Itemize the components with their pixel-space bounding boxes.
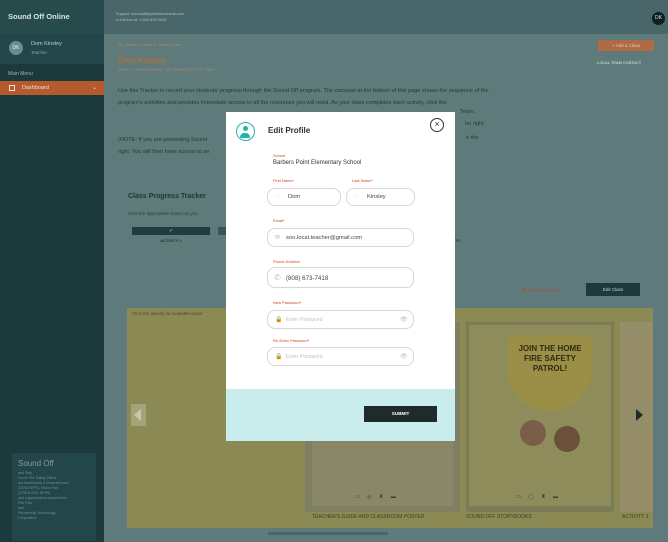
eye-icon[interactable]: 👁: [400, 353, 408, 360]
user-profile-icon-head: [242, 126, 248, 131]
note-text-fragment: o the: [466, 135, 479, 141]
modal-title: Edit Profile: [268, 126, 311, 135]
sidebar-item-dashboard[interactable]: Dashboard ⌄: [0, 81, 104, 95]
new-password-field[interactable]: 🔒 Enter Password 👁: [267, 310, 414, 329]
activity-1-label: ACTIVITY 1: [160, 238, 182, 243]
lock-icon: 🔒: [275, 317, 283, 323]
user-icon: ◌: [355, 193, 359, 199]
email-field[interactable]: ✉ soo.local.teacher@gmail.com: [267, 228, 414, 247]
card-label: ACTIVITY 1: [622, 514, 649, 520]
mail-icon: ✉: [275, 235, 281, 241]
new-password-label: New Password*: [273, 300, 302, 305]
phone-icon: ✆: [274, 273, 281, 282]
activity-label: TY: [455, 238, 461, 243]
first-name-value: Dom: [288, 194, 301, 200]
local-team-contact-link[interactable]: LOCAL TEAM CONTACT: [597, 61, 641, 65]
last-name-field[interactable]: ◌ Kinsley: [346, 188, 415, 206]
new-password-placeholder: Enter Password: [286, 317, 323, 323]
delete-class-label: Delete this Class: [527, 288, 560, 293]
footer-text: and Stay Home Fire Safety Patrol are tra…: [18, 471, 90, 521]
carousel-next-arrow-icon[interactable]: [632, 404, 647, 426]
trash-icon: 🗑: [521, 288, 527, 293]
close-icon[interactable]: ×: [430, 118, 444, 132]
dashboard-icon: [9, 85, 15, 91]
submit-button[interactable]: SUBMIT: [364, 406, 437, 422]
chevron-down-icon: ⌄: [92, 85, 98, 91]
support-phone: or toll free at: 1-800-878-9025: [116, 18, 167, 22]
sidebar-item-label: Dashboard: [22, 85, 49, 91]
card-label: TEACHER'S GUIDE AND CLASSROOM POSTER: [312, 514, 425, 520]
sidebar-user-name: Dom Kinsley: [31, 41, 62, 47]
add-class-button[interactable]: + Add a Class: [598, 40, 654, 51]
phone-field[interactable]: ✆ (808) 673-7418: [267, 267, 414, 288]
email-value: soo.local.teacher@gmail.com: [286, 235, 363, 241]
tracker-title: Class Progress Tracker: [128, 193, 206, 200]
card-label: SOUND OFF STORYBOOKS: [466, 514, 532, 520]
intro-text-fragment: he right.: [465, 121, 486, 127]
edit-class-button[interactable]: Edit Class: [586, 283, 640, 296]
school-value: Barbers Point Elementary School: [273, 160, 362, 166]
badge-text: JOIN THE HOME FIRE SAFETY PATROL!: [518, 344, 582, 373]
top-bar: [104, 0, 668, 34]
sidebar-user-role: Teacher: [31, 50, 48, 55]
character-illustration: [554, 426, 580, 452]
support-email[interactable]: Support: soundoff@pinetreeconsult.com: [116, 12, 184, 16]
intro-text: Use this Tracker to record your students…: [118, 88, 489, 106]
lock-icon: 🔒: [275, 354, 283, 360]
account-avatar[interactable]: DK: [652, 12, 665, 25]
last-name-value: Kinsley: [367, 194, 386, 200]
phone-value: (808) 673-7418: [286, 275, 329, 282]
sidebar-footer: Sound Off and Stay Home Fire Safety Patr…: [12, 453, 96, 541]
sidebar: Sound Off Online DK Dom Kinsley Teacher …: [0, 0, 104, 542]
tracker-subtitle: Click the appropriate button as you: [128, 211, 198, 216]
user-icon: ◌: [276, 193, 280, 199]
footer-line: Corporation: [18, 516, 37, 520]
breadcrumb[interactable]: My Classes / Class 1: Kinsley Klass: [118, 42, 181, 47]
resource-icons: ▭ ◯ ♜ ▬: [516, 494, 561, 500]
reenter-password-placeholder: Enter Password: [286, 354, 323, 360]
activity-1-button[interactable]: ✓: [132, 227, 210, 235]
app-title: Sound Off Online: [0, 0, 104, 34]
character-illustration: [520, 420, 546, 446]
user-profile-icon-body: [240, 132, 250, 138]
sidebar-user[interactable]: DK Dom Kinsley Teacher: [0, 34, 104, 64]
class-info: Class 1: Kinsley Klass | 25 Students | 0…: [118, 67, 215, 72]
sidebar-menu-title: Main Menu: [8, 71, 33, 77]
carousel-prev-arrow-icon[interactable]: [131, 404, 146, 426]
email-label: Email*: [273, 218, 285, 223]
user-profile-icon: [236, 122, 255, 141]
carousel-hint: Click the activity for available classr: [132, 311, 203, 316]
first-name-label: First Name*: [273, 178, 295, 183]
page-title: Dom Kinsley: [118, 56, 167, 65]
footer-title: Sound Off: [18, 459, 54, 468]
resource-icons: ▭ ◎ ♜ ▬: [355, 494, 399, 500]
reenter-password-field[interactable]: 🔒 Enter Password 👁: [267, 347, 414, 366]
phone-label: Phone Number: [273, 259, 300, 264]
avatar: DK: [9, 41, 23, 55]
eye-icon[interactable]: 👁: [400, 316, 408, 323]
delete-class-link[interactable]: 🗑 Delete this Class: [521, 288, 560, 294]
carousel-scrollbar[interactable]: [268, 532, 388, 535]
reenter-password-label: Re-Enter Password*: [273, 338, 310, 343]
intro-text-fragment: Team.: [460, 109, 476, 115]
school-label: School: [273, 153, 286, 158]
first-name-field[interactable]: ◌ Dom: [267, 188, 341, 206]
last-name-label: Last Name*: [352, 178, 373, 183]
